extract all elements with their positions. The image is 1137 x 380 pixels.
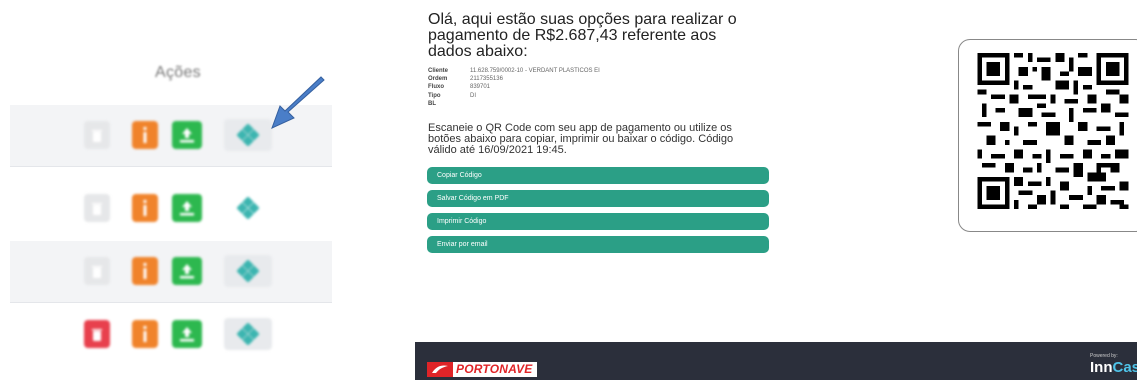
upload-icon (180, 327, 194, 342)
pix-icon (237, 197, 259, 219)
detail-label: Cliente (428, 68, 449, 74)
table-row (10, 178, 332, 240)
pix-button[interactable] (224, 119, 272, 151)
info-button[interactable] (132, 257, 158, 285)
inncase-logo: InnCas (1090, 360, 1137, 375)
info-button[interactable] (132, 121, 158, 149)
upload-button[interactable] (172, 121, 202, 149)
payment-title: Olá, aqui estão suas opções para realiza… (428, 11, 737, 60)
detail-label: BL (428, 100, 436, 107)
delete-button[interactable] (84, 121, 110, 149)
detail-row: Tipo DI (428, 92, 600, 100)
email-button[interactable]: Enviar por email (427, 236, 769, 253)
upload-icon (180, 264, 194, 279)
detail-label: Fluxo (428, 84, 444, 91)
pix-icon (237, 260, 259, 282)
row-divider (10, 166, 332, 167)
pix-icon (237, 323, 259, 345)
payment-panel: Olá, aqui estão suas opções para realiza… (415, 0, 775, 340)
upload-button[interactable] (172, 257, 202, 285)
pix-button[interactable] (224, 318, 272, 350)
detail-row: Cliente 11.628.759/0002-10 - VERDANT PLAS… (428, 67, 600, 75)
brand-name: PORTONAVE (453, 361, 538, 377)
vendor-name-b: Cas (1112, 359, 1137, 376)
qr-code-card (958, 39, 1137, 232)
detail-row: Fluxo 839701 (428, 83, 600, 91)
upload-button[interactable] (172, 194, 202, 222)
actions-table: Ações (0, 0, 335, 380)
detail-label: Ordem (428, 76, 448, 83)
table-row (10, 241, 332, 303)
detail-label: Tipo (428, 92, 441, 99)
trash-icon (92, 202, 102, 215)
info-icon (143, 263, 147, 279)
scan-instructions: Escaneie o QR Code com seu app de pagame… (428, 122, 734, 156)
info-button[interactable] (132, 194, 158, 222)
portonave-logo: PORTONAVE (427, 360, 538, 378)
screenshot: Ações Olá, aqui estão suas opções para r… (0, 0, 1137, 380)
detail-row: BL (428, 100, 600, 108)
info-icon (143, 200, 147, 216)
qr-code-icon (977, 53, 1129, 209)
delete-button[interactable] (84, 257, 110, 285)
info-icon (143, 326, 147, 342)
upload-button[interactable] (172, 320, 202, 348)
delete-button[interactable] (84, 320, 110, 348)
row-divider (10, 302, 332, 303)
copy-code-button[interactable]: Copiar Código (427, 167, 769, 184)
save-pdf-button[interactable]: Salvar Código em PDF (427, 190, 769, 207)
trash-icon (92, 265, 102, 278)
annotation-arrow-icon (271, 76, 325, 129)
vendor-name-a: Inn (1090, 359, 1113, 376)
detail-value: DI (470, 92, 476, 99)
detail-value: 839701 (470, 84, 491, 91)
detail-value: 2117355136 (470, 76, 503, 83)
payment-details: Cliente 11.628.759/0002-10 - VERDANT PLAS… (428, 67, 600, 108)
upload-icon (180, 128, 194, 143)
actions-column-header: Ações (155, 64, 201, 81)
delete-button[interactable] (84, 194, 110, 222)
footer-bar: PORTONAVE Powered by: InnCas (415, 342, 1137, 380)
print-code-button[interactable]: Imprimir Código (427, 213, 769, 230)
trash-icon (92, 328, 102, 341)
upload-icon (180, 201, 194, 216)
detail-row: Ordem 2117355136 (428, 75, 600, 83)
pix-icon (237, 124, 259, 146)
pix-button[interactable] (224, 255, 272, 287)
trash-icon (92, 129, 102, 142)
pix-button[interactable] (224, 192, 272, 224)
info-button[interactable] (132, 320, 158, 348)
info-icon (143, 127, 147, 143)
detail-value: 11.628.759/0002-10 - VERDANT PLASTICOS E… (470, 68, 600, 74)
table-row (10, 304, 332, 366)
portonave-mark-icon (427, 361, 453, 377)
